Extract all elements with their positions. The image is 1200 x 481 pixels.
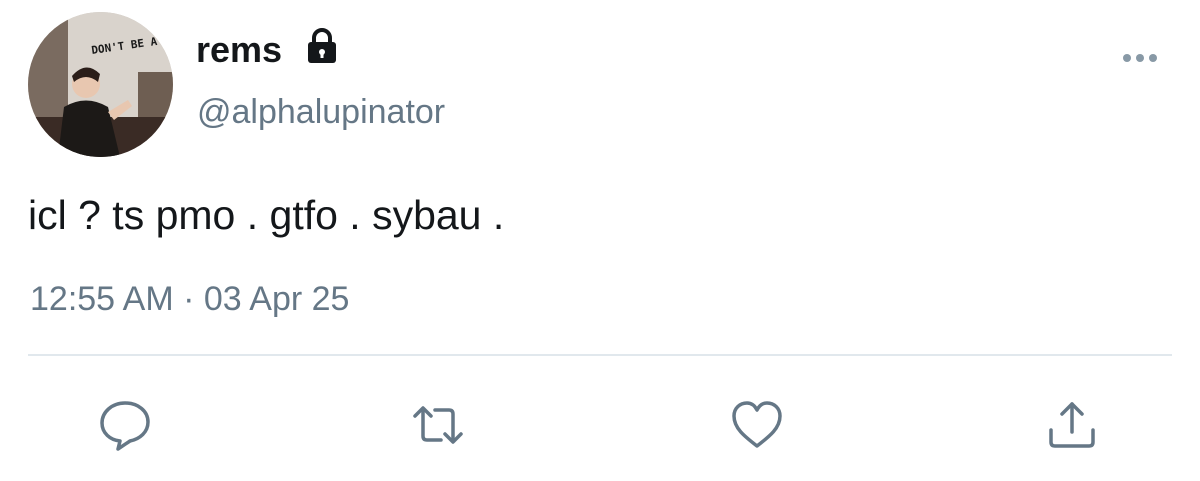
- user-handle[interactable]: @alphalupinator: [197, 92, 445, 132]
- tweet-date: 03 Apr 25: [203, 280, 350, 318]
- more-icon[interactable]: [1120, 48, 1160, 68]
- timestamp-separator: ·: [183, 280, 195, 318]
- share-icon: [1049, 402, 1095, 448]
- tweet-text: icl ? ts pmo . gtfo . sybau .: [28, 192, 505, 238]
- reply-button[interactable]: [98, 398, 152, 452]
- heart-icon: [732, 401, 782, 448]
- avatar-image: DON'T BE A CUNT!: [28, 12, 173, 157]
- like-button[interactable]: [730, 398, 784, 452]
- divider: [28, 354, 1172, 356]
- lock-icon: [308, 28, 336, 63]
- tweet-time: 12:55 AM: [30, 280, 174, 318]
- retweet-icon: [413, 406, 463, 444]
- tweet-timestamp[interactable]: 12:55 AM · 03 Apr 25: [30, 278, 349, 320]
- reply-icon: [100, 401, 150, 451]
- retweet-button[interactable]: [411, 398, 465, 452]
- avatar[interactable]: DON'T BE A CUNT!: [28, 12, 173, 157]
- share-button[interactable]: [1045, 398, 1099, 452]
- display-name[interactable]: rems: [196, 30, 282, 70]
